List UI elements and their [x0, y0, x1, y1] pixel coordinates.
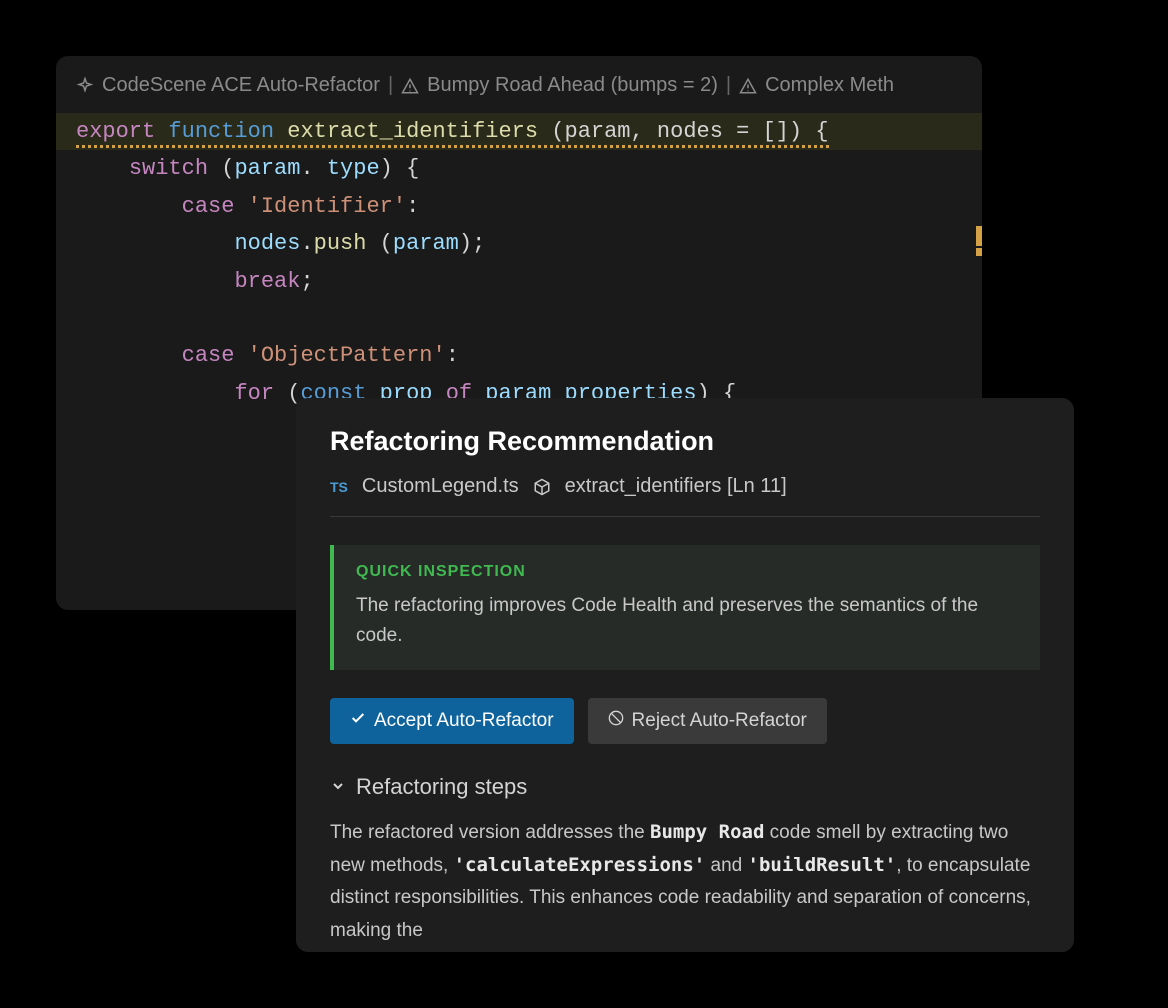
quick-inspection-box: QUICK INSPECTION The refactoring improve…	[330, 545, 1040, 670]
code-lens-bumpy-road[interactable]: Bumpy Road Ahead (bumps = 2)	[401, 74, 718, 97]
accept-label: Accept Auto-Refactor	[374, 710, 554, 732]
minimap-marker[interactable]	[976, 248, 982, 256]
code-area[interactable]: export function extract_identifiers (par…	[56, 109, 982, 416]
inspection-label: QUICK INSPECTION	[356, 563, 1018, 581]
reject-button[interactable]: Reject Auto-Refactor	[588, 698, 827, 744]
code-line-5: break;	[76, 263, 962, 300]
check-icon	[350, 710, 366, 732]
minimap-marker[interactable]	[976, 226, 982, 246]
code-line-1: export function extract_identifiers (par…	[56, 113, 982, 150]
filename[interactable]: CustomLegend.ts	[362, 475, 519, 498]
cube-icon	[533, 478, 551, 496]
code-lens-label: Bumpy Road Ahead (bumps = 2)	[427, 74, 718, 97]
function-reference[interactable]: extract_identifiers [Ln 11]	[565, 475, 787, 498]
sparkle-icon	[76, 77, 94, 95]
chevron-down-icon	[330, 774, 346, 800]
reject-label: Reject Auto-Refactor	[632, 710, 807, 732]
warning-icon	[739, 77, 757, 95]
separator: |	[388, 74, 393, 97]
refactoring-popup: Refactoring Recommendation TS CustomLege…	[296, 398, 1074, 952]
code-line-4: nodes.push (param);	[76, 225, 962, 262]
code-lens-label: CodeScene ACE Auto-Refactor	[102, 74, 380, 97]
code-lens-label: Complex Meth	[765, 74, 894, 97]
code-line-6: case 'ObjectPattern':	[76, 337, 962, 374]
steps-text: The refactored version addresses the Bum…	[330, 816, 1040, 947]
reject-icon	[608, 710, 624, 732]
typescript-badge: TS	[330, 479, 348, 495]
warning-icon	[401, 77, 419, 95]
button-row: Accept Auto-Refactor Reject Auto-Refacto…	[330, 698, 1040, 744]
inspection-text: The refactoring improves Code Health and…	[356, 591, 1018, 652]
code-lens-auto-refactor[interactable]: CodeScene ACE Auto-Refactor	[76, 74, 380, 97]
code-lens-bar: CodeScene ACE Auto-Refactor | Bumpy Road…	[56, 56, 982, 109]
popup-meta: TS CustomLegend.ts extract_identifiers […	[330, 475, 1040, 517]
code-line-2: switch (param. type) {	[76, 150, 962, 187]
steps-header-label: Refactoring steps	[356, 774, 527, 800]
separator: |	[726, 74, 731, 97]
code-lens-complex-method[interactable]: Complex Meth	[739, 74, 894, 97]
code-line-blank	[76, 300, 962, 337]
code-line-3: case 'Identifier':	[76, 188, 962, 225]
popup-title: Refactoring Recommendation	[330, 426, 1040, 457]
steps-header[interactable]: Refactoring steps	[330, 774, 1040, 800]
accept-button[interactable]: Accept Auto-Refactor	[330, 698, 574, 744]
